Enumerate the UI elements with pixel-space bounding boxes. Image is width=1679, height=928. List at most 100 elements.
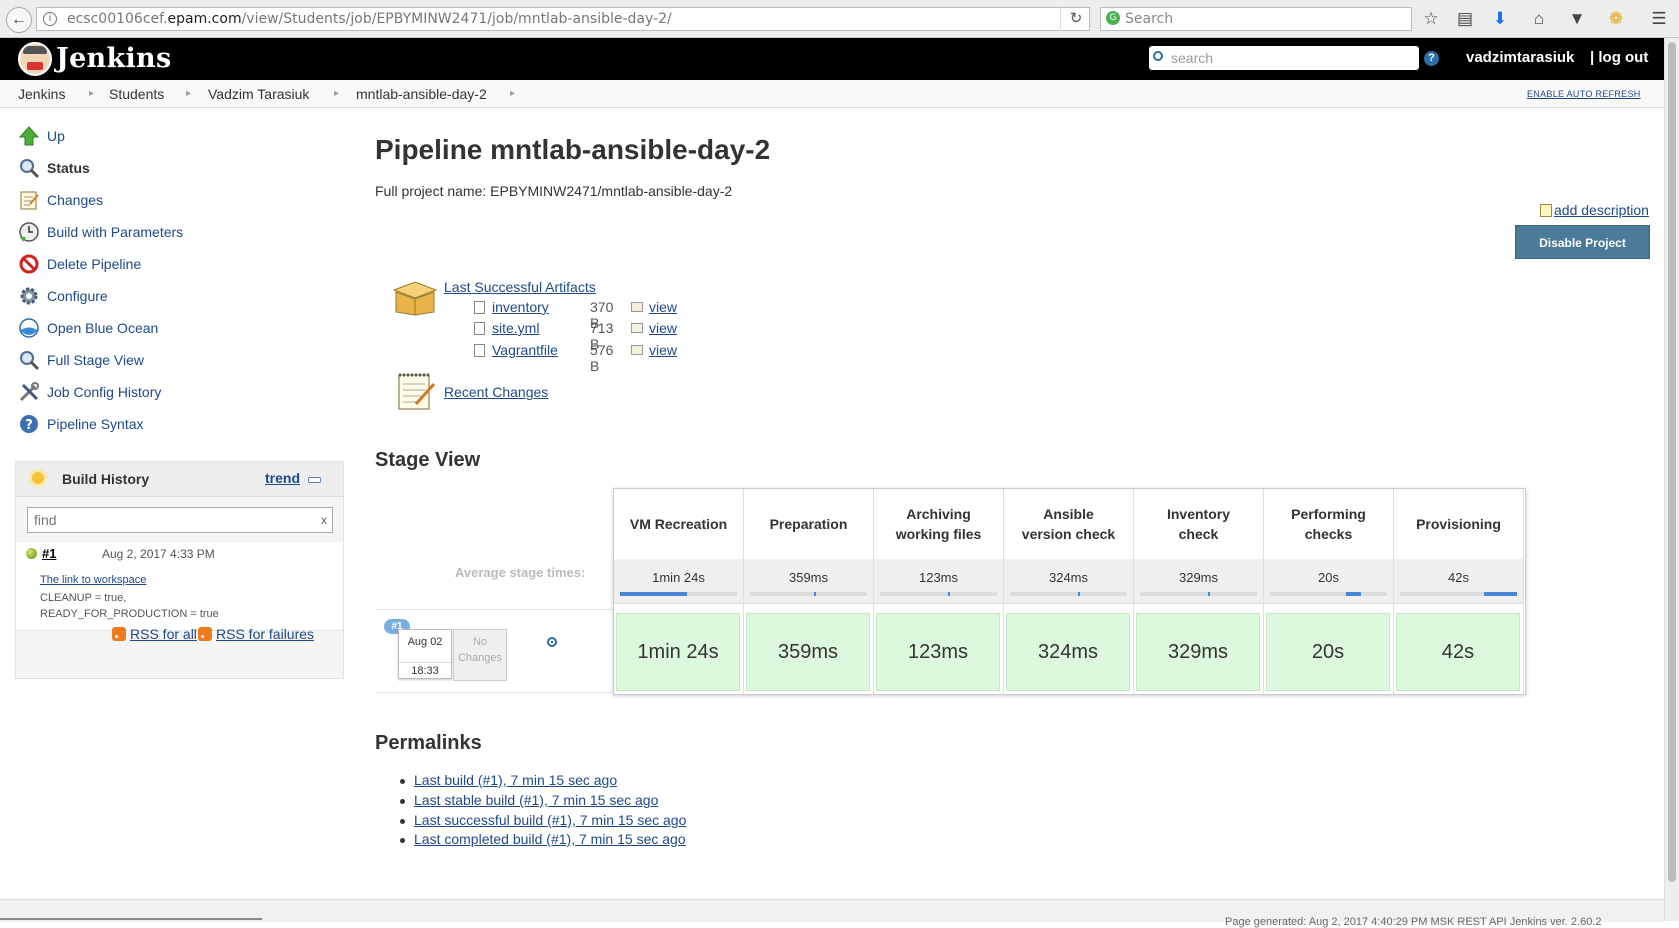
rss-failures-link[interactable]: RSS for failures [216, 626, 314, 642]
trend-link[interactable]: trend [265, 470, 300, 486]
stage-average-time: 329ms [1178, 570, 1219, 585]
stage-name-line: working files [895, 526, 982, 542]
enable-auto-refresh-link[interactable]: ENABLE AUTO REFRESH [1527, 89, 1641, 99]
edit-note-icon[interactable] [1540, 204, 1552, 217]
home-icon[interactable]: ⌂ [1528, 8, 1550, 30]
permalink-last-stable-build[interactable]: Last stable build (#1), 7 min 15 sec ago [414, 792, 658, 808]
info-icon[interactable]: i [43, 12, 57, 26]
logout-link[interactable]: | log out [1590, 49, 1648, 66]
task-label[interactable]: Pipeline Syntax [47, 416, 144, 432]
add-description-link[interactable]: add description [1554, 202, 1649, 218]
breadcrumb-job[interactable]: mntlab-ansible-day-2 [356, 86, 487, 102]
task-label[interactable]: Up [47, 128, 65, 144]
reading-list-icon[interactable]: ▤ [1454, 8, 1476, 30]
artifact-view-link[interactable]: view [649, 342, 677, 358]
brand-title[interactable]: Jenkins [56, 43, 171, 74]
permalink-last-build[interactable]: Last build (#1), 7 min 15 sec ago [414, 772, 617, 788]
view-fingerprint-icon[interactable] [631, 345, 643, 355]
artifact-view-link[interactable]: view [649, 299, 677, 315]
rss-icon[interactable] [112, 627, 126, 641]
stage-run-cell[interactable]: 329ms [1136, 613, 1260, 691]
task-label[interactable]: Open Blue Ocean [47, 320, 158, 336]
permalink-last-completed-build[interactable]: Last completed build (#1), 7 min 15 sec … [414, 831, 686, 847]
task-label[interactable]: Configure [47, 288, 108, 304]
browser-search-input[interactable]: G Search [1100, 7, 1412, 31]
chevron-right-icon[interactable]: ▸ [186, 88, 191, 99]
back-arrow-icon[interactable]: ← [6, 7, 32, 33]
build-filter-input[interactable]: find x [27, 507, 333, 533]
menu-icon[interactable]: ☰ [1648, 8, 1670, 30]
chevron-right-icon[interactable]: ▸ [89, 88, 94, 99]
stage-average: 359ms [744, 559, 873, 604]
user-link[interactable]: vadzimtarasiuk [1466, 49, 1574, 66]
last-successful-artifacts-link[interactable]: Last Successful Artifacts [444, 279, 596, 295]
stage-name-line: Performing [1291, 506, 1366, 522]
stage-average: 329ms [1134, 559, 1263, 604]
chevron-right-icon[interactable]: ▸ [334, 88, 339, 99]
stage-header: Archiving working files [874, 489, 1003, 560]
disable-project-button[interactable]: Disable Project [1515, 225, 1650, 259]
task-label[interactable]: Build with Parameters [47, 224, 183, 240]
stage-run-cell[interactable]: 1min 24s [616, 613, 740, 691]
build-number-link[interactable]: #1 [42, 546, 56, 561]
stage-run-cell[interactable]: 324ms [1006, 613, 1130, 691]
build-param: READY_FOR_PRODUCTION = true [40, 608, 219, 620]
stage-header: Performing checks [1264, 489, 1393, 560]
rss-all-link[interactable]: RSS for all [130, 626, 197, 642]
stage-run-cell[interactable]: 20s [1266, 613, 1390, 691]
stage-run-cell[interactable]: 359ms [746, 613, 870, 691]
vertical-scrollbar[interactable] [1664, 38, 1679, 921]
breadcrumb-user[interactable]: Vadzim Tarasiuk [208, 86, 309, 102]
stage-view-title: Stage View [375, 449, 481, 471]
address-bar[interactable]: i ecsc00106cef.epam.com/view/Students/jo… [36, 7, 1090, 31]
stage-average-time: 324ms [1048, 570, 1089, 585]
chevron-right-icon[interactable]: ▸ [510, 88, 515, 99]
pocket-icon[interactable]: ▼ [1566, 8, 1588, 30]
artifact-file-link[interactable]: Vagrantfile [492, 342, 558, 358]
reload-icon[interactable]: ↻ [1060, 7, 1091, 31]
horizontal-scrollbar[interactable] [0, 918, 262, 920]
task-label[interactable]: Job Config History [47, 384, 161, 400]
rss-icon[interactable] [198, 627, 212, 641]
build-status-ball-icon [26, 548, 37, 559]
stage-name-line: Archiving [906, 506, 971, 522]
extension-icon[interactable]: ❁ [1605, 8, 1627, 30]
stage-column: Inventory check 329ms 329ms [1134, 489, 1264, 694]
artifact-file-link[interactable]: inventory [492, 299, 549, 315]
collapse-icon[interactable] [308, 477, 321, 483]
download-icon[interactable]: ⬇ [1489, 8, 1511, 30]
task-label[interactable]: Status [47, 160, 90, 176]
permalink-last-successful-build[interactable]: Last successful build (#1), 7 min 15 sec… [414, 812, 686, 828]
stage-name-line: VM Recreation [629, 516, 728, 532]
stage-name: Archiving working files [896, 504, 982, 544]
stage-name-line: checks [1304, 526, 1353, 542]
artifact-file-link[interactable]: site.yml [492, 320, 539, 336]
build-date[interactable]: Aug 2, 2017 4:33 PM [102, 547, 215, 561]
browser-search-placeholder: Search [1125, 11, 1174, 27]
jenkins-logo-icon[interactable] [18, 42, 52, 76]
task-label[interactable]: Delete Pipeline [47, 256, 141, 272]
stage-average: 123ms [874, 559, 1003, 604]
workspace-link[interactable]: The link to workspace [40, 574, 146, 586]
search-input[interactable]: search [1149, 46, 1419, 70]
view-fingerprint-icon[interactable] [631, 302, 643, 312]
task-label[interactable]: Full Stage View [47, 352, 144, 368]
scrollbar-thumb[interactable] [1668, 42, 1676, 882]
file-icon [474, 344, 485, 357]
recent-changes-link[interactable]: Recent Changes [444, 384, 548, 400]
artifact-view-link[interactable]: view [649, 320, 677, 336]
stage-run-cell[interactable]: 123ms [876, 613, 1000, 691]
search-icon [1153, 51, 1163, 61]
task-label[interactable]: Changes [47, 192, 103, 208]
build-param: CLEANUP = true, [40, 592, 127, 604]
view-fingerprint-icon[interactable] [631, 323, 643, 333]
breadcrumb-students[interactable]: Students [109, 86, 164, 102]
pause-icon[interactable] [547, 637, 557, 647]
help-icon[interactable]: ? [1424, 51, 1439, 66]
bookmark-star-icon[interactable]: ☆ [1420, 8, 1442, 30]
breadcrumb-jenkins[interactable]: Jenkins [18, 86, 65, 102]
stage-run-cell[interactable]: 42s [1396, 613, 1520, 691]
bullet-icon [400, 838, 405, 843]
clear-filter-icon[interactable]: x [321, 508, 327, 532]
run-date-box[interactable]: Aug 02 18:33 [398, 629, 452, 679]
